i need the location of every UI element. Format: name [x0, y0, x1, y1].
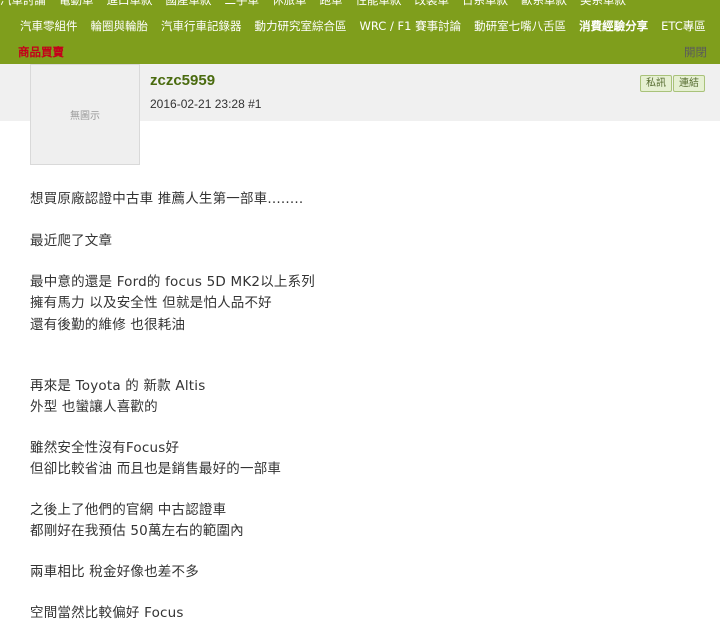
- nav-item-parts[interactable]: 汽車零組件: [20, 18, 78, 34]
- private-message-button[interactable]: 私訊: [640, 75, 672, 92]
- nav-item[interactable]: 二手車: [225, 0, 260, 8]
- post-text-line: 兩車相比 稅金好像也差不多: [30, 564, 199, 580]
- post-date: 2016-02-21 23:28: [150, 97, 245, 111]
- post-text-line: 但卻比較省油 而且也是銷售最好的一部車: [30, 461, 282, 477]
- nav-item[interactable]: 性能車款: [356, 0, 402, 8]
- nav-item-wheels[interactable]: 輪圈與輪胎: [91, 18, 149, 34]
- post-text-line: 都剛好在我預估 50萬左右的範圍內: [30, 523, 244, 539]
- post-text-line: 之後上了他們的官網 中古認證車: [30, 502, 227, 518]
- nav-item[interactable]: 汽車討論: [0, 0, 46, 8]
- post-link-button[interactable]: 連結: [673, 75, 705, 92]
- nav-item-power-lab[interactable]: 動力研究室綜合區: [255, 18, 347, 34]
- avatar-placeholder-text: 無圖示: [70, 111, 100, 122]
- nav-item[interactable]: 進口車款: [107, 0, 153, 8]
- post-text-line: 再來是 Toyota 的 新款 Altis: [30, 378, 206, 394]
- nav-item-wrc-f1[interactable]: WRC / F1 賽事討論: [360, 18, 462, 34]
- nav-item-consumer-experience[interactable]: 消費經驗分享: [579, 18, 648, 34]
- post-username[interactable]: zczc5959: [150, 72, 215, 89]
- post-text-line: 最近爬了文章: [30, 233, 113, 249]
- post-text-line: 雖然安全性沒有Focus好: [30, 440, 180, 456]
- nav-item[interactable]: 日系車款: [462, 0, 508, 8]
- avatar[interactable]: 無圖示: [30, 64, 140, 165]
- post-text-line: 還有後勤的維修 也很耗油: [30, 317, 186, 333]
- nav-row-partial: 汽車討論 電動車 進口車款 國產車款 二手車 休旅車 跑車 性能車款 改裝車 日…: [0, 0, 720, 9]
- nav-item[interactable]: 國產車款: [166, 0, 212, 8]
- nav-item-chat[interactable]: 動研室七嘴八舌區: [474, 18, 566, 34]
- post-text-line: 空間當然比較偏好 Focus: [30, 605, 184, 621]
- post-text-line: 外型 也蠻讓人喜歡的: [30, 399, 158, 415]
- nav-item[interactable]: 歐系車款: [521, 0, 567, 8]
- post-text-line: 想買原廠認證中古車 推薦人生第一部車........: [30, 191, 304, 207]
- nav-item-dashcam[interactable]: 汽車行車記錄器: [161, 18, 242, 34]
- forum-nav: 汽車討論 電動車 進口車款 國產車款 二手車 休旅車 跑車 性能車款 改裝車 日…: [0, 0, 720, 64]
- nav-item[interactable]: 休旅車: [272, 0, 307, 8]
- post-text-line: 最中意的還是 Ford的 focus 5D MK2以上系列: [30, 274, 315, 290]
- nav-row-categories: 汽車零組件 輪圈與輪胎 汽車行車記錄器 動力研究室綜合區 WRC / F1 賽事…: [0, 16, 720, 36]
- nav-row-market: 商品買賣 開閉: [0, 42, 720, 62]
- nav-item[interactable]: 跑車: [320, 0, 343, 8]
- nav-toggle-button[interactable]: 開閉: [684, 44, 707, 60]
- nav-item[interactable]: 改裝車: [415, 0, 450, 8]
- nav-item-etc[interactable]: ETC專區: [661, 18, 706, 34]
- nav-item[interactable]: 電動車: [59, 0, 94, 8]
- post-text-line: 擁有馬力 以及安全性 但就是怕人品不好: [30, 295, 272, 311]
- post-meta: 2016-02-21 23:28 #1: [150, 97, 261, 111]
- post-floor[interactable]: #1: [248, 97, 261, 111]
- nav-item-marketplace[interactable]: 商品買賣: [18, 44, 64, 60]
- nav-item[interactable]: 美系車款: [580, 0, 626, 8]
